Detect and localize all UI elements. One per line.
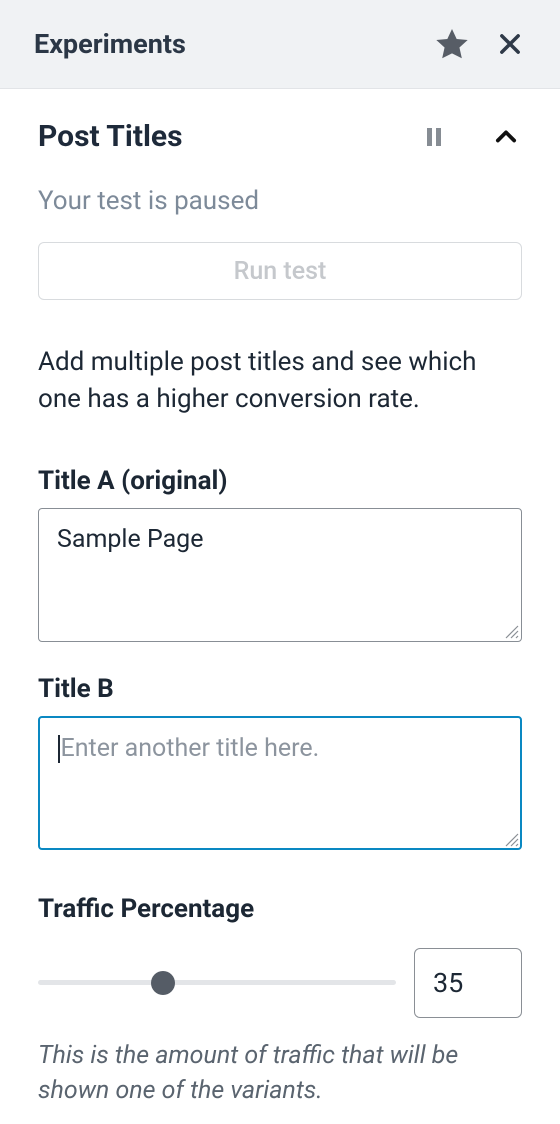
- title-a-value: Sample Page: [57, 525, 203, 554]
- slider-track: [38, 980, 396, 985]
- traffic-value-input[interactable]: 35: [414, 948, 522, 1018]
- traffic-section: Traffic Percentage 35 This is the amount…: [38, 894, 522, 1109]
- traffic-help-text: This is the amount of traffic that will …: [38, 1038, 522, 1109]
- slider-thumb[interactable]: [151, 971, 175, 995]
- title-a-input[interactable]: Sample Page: [38, 508, 522, 642]
- title-b-input[interactable]: Enter another title here.: [38, 716, 522, 850]
- test-status: Your test is paused: [38, 186, 522, 216]
- title-b-label: Title B: [38, 674, 522, 704]
- star-icon[interactable]: [432, 24, 472, 64]
- section-title: Post Titles: [38, 119, 418, 154]
- title-b-placeholder: Enter another title here.: [61, 734, 320, 763]
- chevron-up-icon[interactable]: [490, 121, 522, 153]
- close-icon[interactable]: [490, 24, 530, 64]
- title-a-label: Title A (original): [38, 466, 522, 496]
- traffic-label: Traffic Percentage: [38, 894, 522, 924]
- pause-icon[interactable]: [418, 121, 450, 153]
- title-b-group: Title B Enter another title here.: [38, 674, 522, 850]
- text-cursor: [58, 735, 60, 763]
- run-test-button[interactable]: Run test: [38, 242, 522, 300]
- panel-title: Experiments: [34, 28, 414, 60]
- section-header: Post Titles: [2, 89, 558, 174]
- title-a-group: Title A (original) Sample Page: [38, 466, 522, 642]
- traffic-value-text: 35: [433, 967, 463, 999]
- panel-header: Experiments: [0, 0, 560, 89]
- run-test-label: Run test: [234, 257, 327, 286]
- traffic-slider[interactable]: [38, 971, 396, 995]
- section-description: Add multiple post titles and see which o…: [38, 344, 522, 418]
